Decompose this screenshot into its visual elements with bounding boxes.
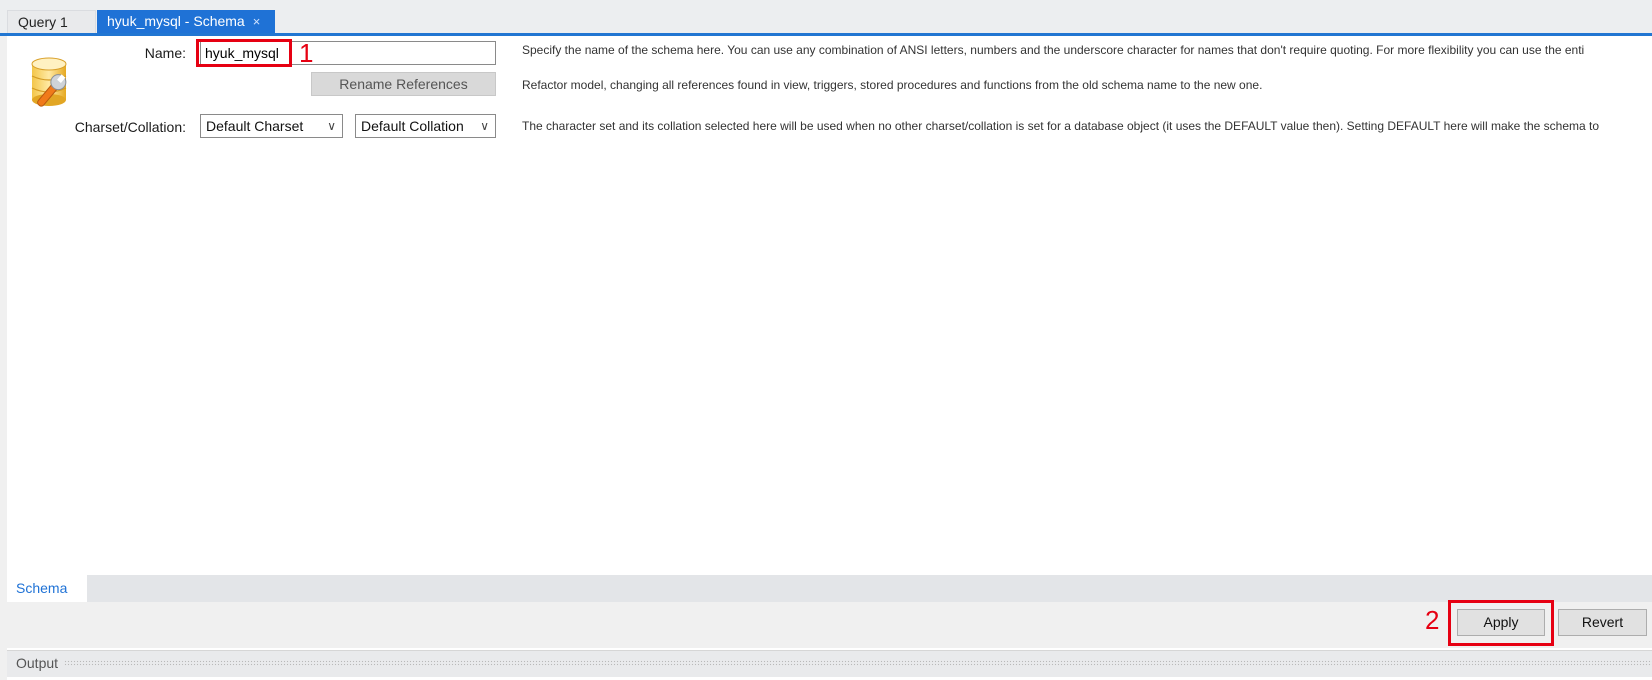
tab-query-1[interactable]: Query 1	[7, 10, 96, 33]
close-icon[interactable]: ×	[253, 14, 261, 29]
annotation-marker-1: 1	[299, 38, 314, 68]
charset-select-value: Default Charset	[206, 118, 304, 134]
revert-button[interactable]: Revert	[1558, 609, 1647, 636]
name-description: Specify the name of the schema here. You…	[522, 43, 1585, 57]
collation-select-value: Default Collation	[361, 118, 464, 134]
annotation-highlight-2	[1448, 600, 1554, 646]
charset-select[interactable]: Default Charset ∨	[200, 114, 343, 138]
tab-schema-label: hyuk_mysql - Schema	[107, 13, 245, 29]
rename-description: Refactor model, changing all references …	[522, 78, 1263, 92]
action-bar	[7, 602, 1652, 648]
chevron-down-icon: ∨	[327, 119, 336, 133]
splitter-grip[interactable]	[64, 660, 1652, 666]
charset-collation-label: Charset/Collation:	[74, 119, 186, 135]
annotation-marker-2: 2	[1425, 605, 1440, 635]
active-tab-underline	[0, 33, 1652, 36]
chevron-down-icon: ∨	[480, 119, 489, 133]
tab-query-1-label: Query 1	[18, 14, 68, 30]
collation-select[interactable]: Default Collation ∨	[355, 114, 496, 138]
charset-description: The character set and its collation sele…	[522, 119, 1600, 133]
rename-references-button[interactable]: Rename References	[311, 72, 496, 96]
database-wrench-icon	[31, 57, 67, 107]
tab-schema[interactable]: hyuk_mysql - Schema ×	[97, 10, 275, 33]
annotation-highlight-1	[196, 39, 292, 67]
left-gutter	[0, 36, 7, 680]
output-label: Output	[16, 655, 59, 671]
subtab-schema[interactable]: Schema	[7, 575, 87, 602]
name-label: Name:	[144, 45, 186, 61]
editor-subtab-strip	[7, 575, 1652, 602]
